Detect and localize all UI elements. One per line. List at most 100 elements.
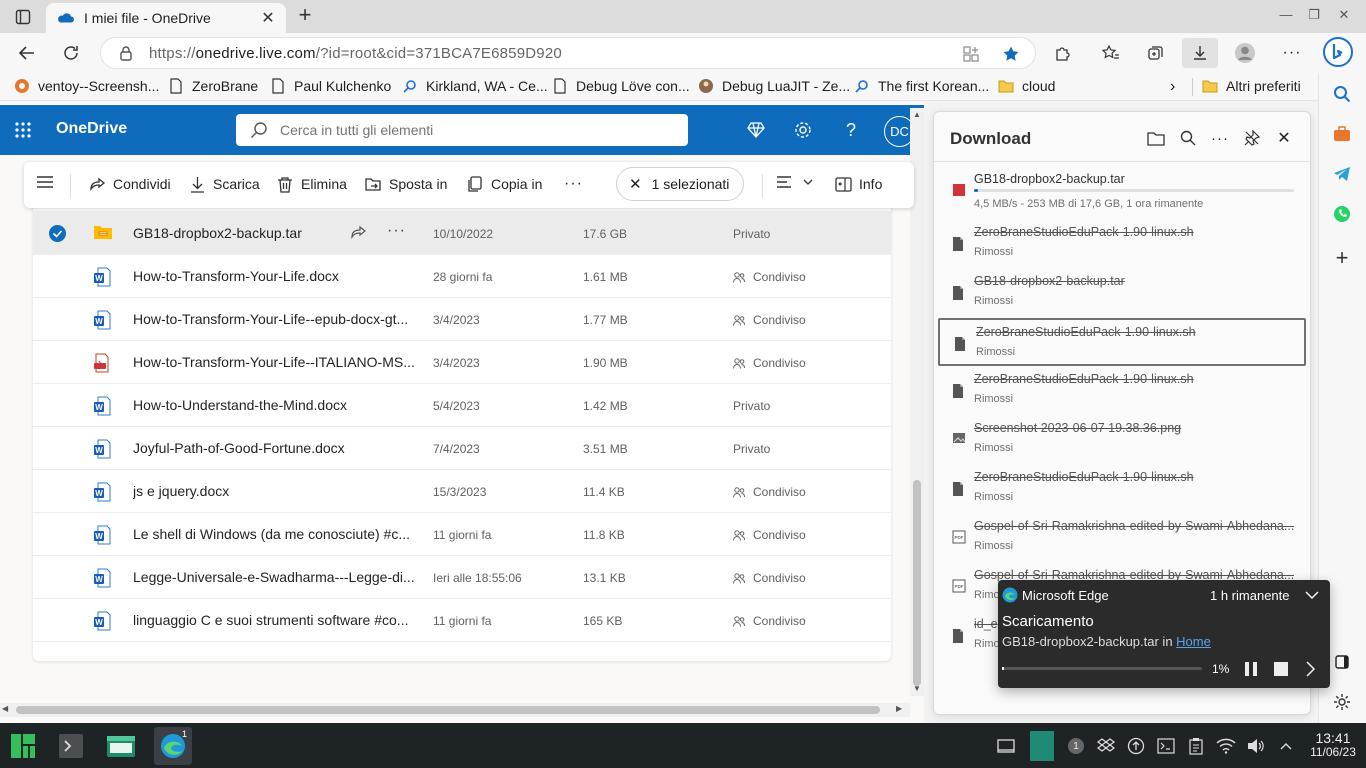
new-tab-button[interactable]: + bbox=[292, 4, 318, 27]
settings-more-button[interactable]: ··· bbox=[1279, 41, 1305, 65]
download-item[interactable]: ZeroBraneStudioEduPack-1.90-linux.sh Rimo… bbox=[938, 318, 1306, 366]
edge-app-button[interactable]: 1 bbox=[154, 727, 192, 765]
move-to-button[interactable]: Sposta in bbox=[364, 175, 447, 193]
refresh-button[interactable] bbox=[58, 41, 84, 65]
app-title[interactable]: OneDrive bbox=[56, 120, 127, 138]
download-file-name[interactable]: Gospel-of-Sri-Ramakrishna-edited-by-Swam… bbox=[974, 519, 1294, 533]
terminal-app-button[interactable] bbox=[52, 727, 90, 765]
sidebar-hide-button[interactable] bbox=[1329, 649, 1355, 675]
minimize-icon[interactable]: — bbox=[1276, 7, 1296, 22]
selection-pill[interactable]: ✕ 1 selezionati bbox=[616, 167, 744, 201]
favorite-item-ventoy[interactable]: ventoy--Screensh... bbox=[14, 78, 159, 94]
file-name[interactable]: How-to-Understand-the-Mind.docx bbox=[133, 397, 347, 413]
url-field[interactable]: https://onedrive.live.com/?id=root&cid=3… bbox=[100, 37, 1036, 69]
file-row[interactable]: W Legge-Universale-e-Swadharma---Legge-di… bbox=[33, 556, 891, 599]
file-name[interactable]: How-to-Transform-Your-Life--epub-docx-gt… bbox=[133, 311, 408, 327]
share-icon[interactable] bbox=[351, 225, 369, 241]
file-name[interactable]: How-to-Transform-Your-Life.docx bbox=[133, 268, 339, 284]
chevron-down-icon[interactable] bbox=[1304, 588, 1320, 602]
close-downloads-button[interactable]: ✕ bbox=[1274, 128, 1294, 148]
horizontal-scrollbar[interactable]: ◀ ▶ bbox=[0, 703, 910, 717]
more-actions-icon[interactable]: ··· bbox=[387, 222, 406, 240]
favorite-item-kirkland[interactable]: Kirkland, WA - Ce... bbox=[402, 78, 548, 94]
back-button[interactable] bbox=[14, 41, 40, 65]
copy-to-button[interactable]: Copia in bbox=[466, 175, 542, 193]
wifi-tray-icon[interactable] bbox=[1216, 736, 1236, 756]
download-file-name[interactable]: GB18-dropbox2-backup.tar bbox=[974, 274, 1125, 288]
sidebar-settings-button[interactable] bbox=[1329, 689, 1355, 715]
file-name[interactable]: Joyful-Path-of-Good-Fortune.docx bbox=[133, 440, 345, 456]
download-item[interactable]: ZeroBraneStudioEduPack-1.90-linux.sh Rimo… bbox=[938, 465, 1306, 513]
favorite-item-paul-kulchenko[interactable]: Paul Kulchenko bbox=[270, 78, 391, 94]
favorite-star-icon[interactable] bbox=[1001, 44, 1021, 64]
extensions-button[interactable] bbox=[1050, 41, 1076, 65]
console-tray-icon[interactable] bbox=[1156, 736, 1176, 756]
stop-button[interactable] bbox=[1272, 660, 1290, 678]
download-item[interactable]: Screenshot 2023-06-07 19.38.36.png Rimoss… bbox=[938, 416, 1306, 464]
download-file-name[interactable]: ZeroBraneStudioEduPack-1.90-linux.sh bbox=[974, 372, 1194, 386]
favorites-button[interactable] bbox=[1098, 41, 1124, 65]
scroll-left-icon[interactable]: ◀ bbox=[2, 704, 8, 713]
dropbox-tray-icon[interactable] bbox=[1096, 736, 1116, 756]
download-item[interactable]: ZeroBraneStudioEduPack-1.90-linux.sh Rimo… bbox=[938, 220, 1306, 268]
download-file-name[interactable]: Screenshot 2023-06-07 19.38.36.png bbox=[974, 421, 1181, 435]
more-commands-button[interactable]: ··· bbox=[564, 175, 583, 193]
view-options-button[interactable] bbox=[776, 175, 814, 189]
settings-button[interactable] bbox=[792, 119, 814, 141]
next-button[interactable] bbox=[1302, 660, 1320, 678]
favorite-folder-cloud[interactable]: cloud bbox=[998, 78, 1055, 94]
other-favorites-folder[interactable]: Altri preferiti bbox=[1202, 78, 1301, 94]
vertical-scroll-thumb[interactable] bbox=[913, 480, 921, 686]
sidebar-whatsapp-button[interactable] bbox=[1329, 201, 1355, 227]
collections-button[interactable] bbox=[1143, 41, 1169, 65]
download-file-name[interactable]: ZeroBraneStudioEduPack-1.90-linux.sh bbox=[974, 225, 1194, 239]
download-notification-toast[interactable]: Microsoft Edge 1 h rimanente Scaricament… bbox=[998, 580, 1330, 688]
download-item[interactable]: PDF Gospel-of-Sri-Ramakrishna-edited-by-S… bbox=[938, 514, 1306, 562]
file-name[interactable]: Le shell di Windows (da me conosciute) #… bbox=[133, 526, 410, 542]
file-name[interactable]: js e jquery.docx bbox=[133, 483, 229, 499]
profile-button[interactable] bbox=[1232, 41, 1258, 65]
search-box[interactable] bbox=[236, 114, 688, 146]
sidebar-tools-button[interactable] bbox=[1329, 121, 1355, 147]
file-manager-app-button[interactable] bbox=[102, 727, 140, 765]
delete-button[interactable]: Elimina bbox=[276, 175, 347, 193]
volume-tray-icon[interactable] bbox=[1246, 736, 1266, 756]
file-row[interactable]: W Le shell di Windows (da me conosciute) … bbox=[33, 513, 891, 556]
horizontal-scroll-thumb[interactable] bbox=[16, 706, 880, 714]
unpin-downloads-button[interactable] bbox=[1242, 128, 1262, 148]
navigation-toggle[interactable] bbox=[36, 175, 54, 189]
file-name[interactable]: How-to-Transform-Your-Life--ITALIANO-MS.… bbox=[133, 354, 415, 370]
download-item[interactable]: GB18-dropbox2-backup.tar Rimossi bbox=[938, 269, 1306, 317]
close-window-icon[interactable]: ✕ bbox=[1334, 7, 1354, 23]
download-file-name[interactable]: GB18-dropbox2-backup.tar bbox=[974, 172, 1125, 186]
workspaces-button[interactable] bbox=[8, 6, 38, 28]
download-file-name[interactable]: id_e bbox=[974, 617, 998, 631]
sidebar-add-button[interactable]: + bbox=[1329, 245, 1355, 271]
sidebar-search-button[interactable] bbox=[1329, 81, 1355, 107]
pause-button[interactable] bbox=[1242, 660, 1260, 678]
download-item[interactable]: ZeroBraneStudioEduPack-1.90-linux.sh Rimo… bbox=[938, 367, 1306, 415]
search-downloads-button[interactable] bbox=[1178, 128, 1198, 148]
favorite-item-debug-love[interactable]: Debug Löve con... bbox=[552, 78, 690, 94]
file-row[interactable]: Wjs e jquery.docx 15/3/2023 11.4 KB Condivi… bbox=[33, 470, 891, 513]
app-available-icon[interactable] bbox=[961, 44, 981, 64]
file-row[interactable]: GB18-dropbox2-backup.tar ··· 10/10/2022 17.… bbox=[33, 212, 891, 255]
file-row[interactable]: W How-to-Transform-Your-Life--epub-docx-g… bbox=[33, 298, 891, 341]
file-row[interactable]: W How-to-Understand-the-Mind.docx 5/4/2023… bbox=[33, 384, 891, 427]
scroll-right-icon[interactable]: ▶ bbox=[896, 704, 902, 713]
tray-expand-button[interactable] bbox=[1276, 736, 1296, 756]
info-button[interactable]: Info bbox=[834, 175, 882, 193]
workspace-pager[interactable] bbox=[1030, 731, 1054, 761]
downloads-more-button[interactable]: ··· bbox=[1210, 128, 1230, 148]
file-name[interactable]: Legge-Universale-e-Swadharma---Legge-di.… bbox=[133, 569, 415, 585]
clear-selection-icon[interactable]: ✕ bbox=[629, 175, 642, 193]
favorites-overflow-chevron[interactable]: › bbox=[1170, 78, 1175, 96]
show-desktop-button[interactable] bbox=[996, 736, 1016, 756]
file-row[interactable]: How-to-Transform-Your-Life--ITALIANO-MS.… bbox=[33, 341, 891, 384]
updates-tray-icon[interactable] bbox=[1126, 736, 1146, 756]
help-button[interactable]: ? bbox=[840, 119, 862, 141]
download-item[interactable]: GB18-dropbox2-backup.tar 4,5 MB/s - 253 M… bbox=[938, 167, 1306, 215]
share-button[interactable]: Condividi bbox=[88, 175, 171, 193]
file-row[interactable]: Wlinguaggio C e suoi strumenti software … bbox=[33, 599, 891, 642]
file-row[interactable]: W Joyful-Path-of-Good-Fortune.docx 7/4/202… bbox=[33, 427, 891, 470]
